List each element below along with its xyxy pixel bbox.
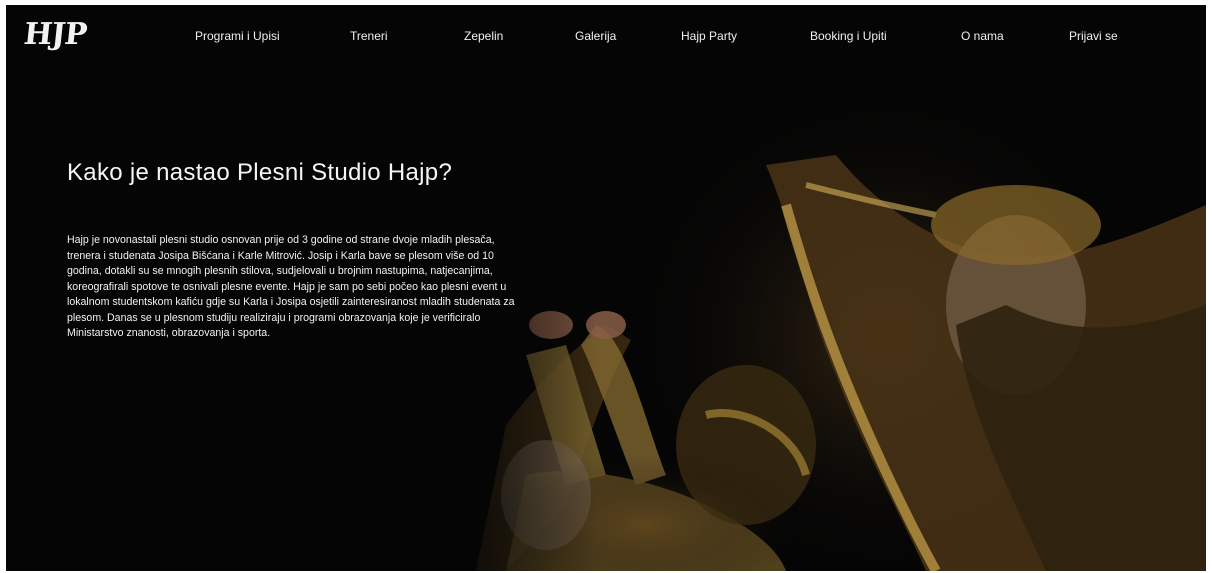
nav-hajp-party[interactable]: Hajp Party bbox=[681, 29, 737, 43]
nav-prijavi-se[interactable]: Prijavi se bbox=[1069, 29, 1118, 43]
nav-o-nama[interactable]: O nama bbox=[961, 29, 1004, 43]
nav-zepelin[interactable]: Zepelin bbox=[464, 29, 503, 43]
hero-title: Kako je nastao Plesni Studio Hajp? bbox=[67, 159, 453, 186]
hero-paragraph: Hajp je novonastali plesni studio osnova… bbox=[67, 234, 515, 339]
studio-logo[interactable]: HJP bbox=[22, 15, 114, 55]
nav-programi-i-upisi[interactable]: Programi i Upisi bbox=[195, 29, 280, 43]
top-navigation: HJP Programi i Upisi Treneri Zepelin Gal… bbox=[6, 5, 1206, 67]
logo-text: HJP bbox=[22, 17, 89, 52]
nav-treneri[interactable]: Treneri bbox=[350, 29, 388, 43]
nav-galerija[interactable]: Galerija bbox=[575, 29, 616, 43]
page-frame: HJP Programi i Upisi Treneri Zepelin Gal… bbox=[6, 5, 1206, 571]
nav-booking-i-upiti[interactable]: Booking i Upiti bbox=[810, 29, 887, 43]
